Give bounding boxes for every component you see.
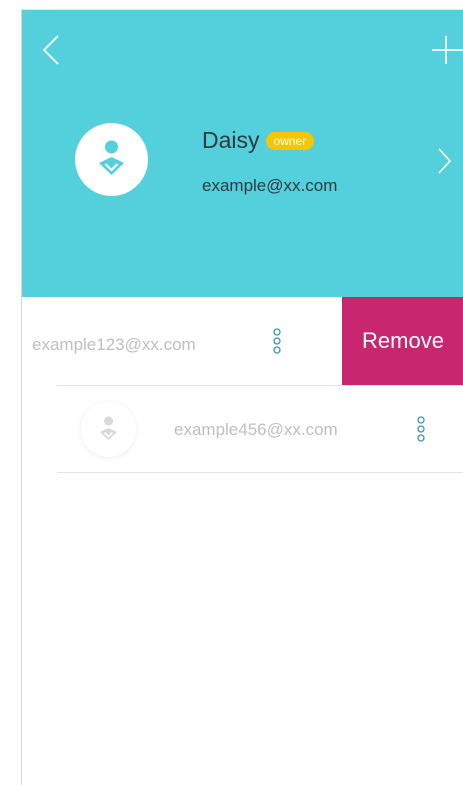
owner-name-row: Daisy owner — [202, 127, 315, 154]
member-email: example456@xx.com — [174, 420, 338, 439]
add-user-button[interactable] — [428, 32, 463, 68]
remove-button[interactable]: Remove — [342, 297, 463, 385]
header: Daisy owner example@xx.com — [22, 10, 463, 297]
owner-badge: owner — [265, 131, 315, 150]
more-button[interactable] — [270, 325, 284, 359]
person-icon — [99, 140, 124, 175]
back-button[interactable] — [36, 30, 66, 70]
more-vertical-icon — [417, 416, 425, 442]
owner-name: Daisy — [202, 127, 260, 153]
list-item[interactable]: example456@xx.com — [22, 386, 463, 472]
divider — [57, 472, 463, 473]
owner-email: example@xx.com — [202, 176, 338, 195]
owner-avatar[interactable] — [75, 123, 148, 196]
member-email: example123@xx.com — [32, 335, 196, 354]
member-avatar — [81, 402, 136, 457]
chevron-right-icon — [438, 148, 452, 174]
more-vertical-icon — [273, 328, 281, 354]
chevron-left-icon — [42, 35, 59, 65]
person-icon — [100, 416, 117, 440]
more-button[interactable] — [414, 413, 428, 447]
owner-detail-button[interactable] — [434, 146, 454, 176]
plus-icon — [432, 36, 463, 64]
app-screen: Daisy owner example@xx.com example123@xx… — [21, 9, 463, 785]
